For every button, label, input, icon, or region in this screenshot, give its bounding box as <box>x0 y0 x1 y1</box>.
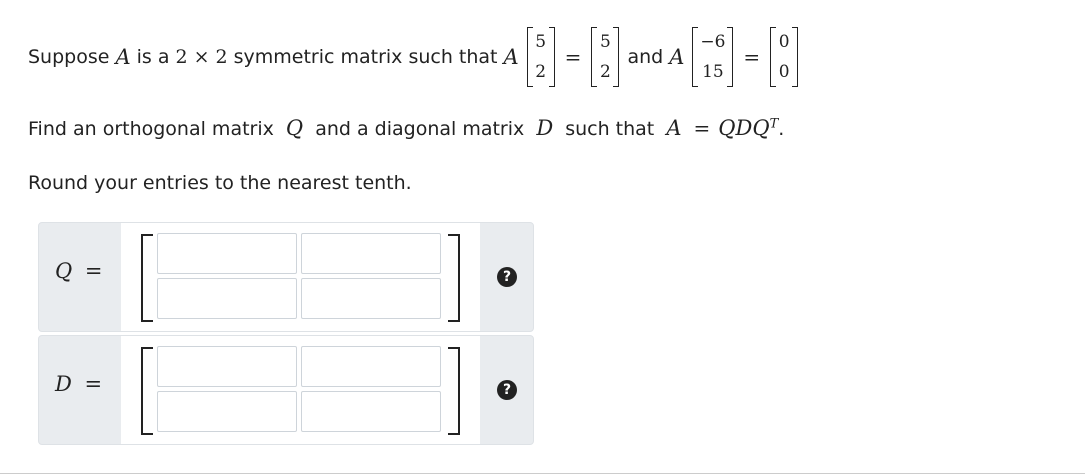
right-bracket <box>448 347 460 435</box>
and-text: and <box>627 46 664 68</box>
help-icon[interactable]: ? <box>497 267 517 287</box>
right-bracket <box>448 234 460 322</box>
r1-entry-2: 2 <box>600 62 611 82</box>
rounding-instruction: Round your entries to the nearest tenth. <box>28 172 412 194</box>
is-a-text: is a <box>136 46 170 68</box>
q-label: Q = <box>55 259 103 283</box>
times-symbol: × <box>193 46 210 68</box>
matrix-a-symbol: A <box>666 116 682 140</box>
d-symbol: D <box>55 372 72 396</box>
vector-v1: 52 <box>526 27 555 87</box>
d-entry-2-1[interactable] <box>157 391 297 432</box>
equals-sign: = <box>693 116 711 140</box>
q-symbol: Q <box>55 259 73 283</box>
transpose-symbol: T <box>769 116 779 132</box>
r2-entry-1: 0 <box>778 32 790 52</box>
v1-entry-2: 2 <box>535 62 547 82</box>
find-text-1: Find an orthogonal matrix <box>28 118 274 140</box>
decomposition-expression: QDQ <box>718 116 770 140</box>
matrix-a-symbol: A <box>503 45 519 69</box>
matrix-a-symbol: A <box>115 45 131 69</box>
period: . <box>778 118 785 140</box>
d-entry-1-2[interactable] <box>301 346 441 387</box>
left-bracket <box>141 347 153 435</box>
find-text-2: and a diagonal matrix <box>315 118 525 140</box>
v2-entry-1: −6 <box>700 32 726 52</box>
q-entry-2-1[interactable] <box>157 278 297 319</box>
left-bracket <box>141 234 153 322</box>
q-matrix-input <box>121 223 480 331</box>
vector-r1: 52 <box>591 27 620 87</box>
help-icon[interactable]: ? <box>497 380 517 400</box>
equals-sign: = <box>564 45 582 69</box>
matrix-q-symbol: Q <box>285 116 304 140</box>
d-matrix-input <box>121 336 480 444</box>
equals-sign: = <box>743 45 761 69</box>
bottom-divider <box>0 473 1085 474</box>
v2-entry-2: 15 <box>702 62 724 82</box>
r2-entry-2: 0 <box>778 62 790 82</box>
dim-cols: 2 <box>215 46 228 68</box>
d-label: D = <box>55 372 102 396</box>
d-entry-1-1[interactable] <box>157 346 297 387</box>
r1-entry-1: 5 <box>600 32 611 52</box>
vector-v2: −6 15 <box>692 27 734 87</box>
find-text-3: such that <box>565 118 655 140</box>
answer-row-q: Q = ? <box>38 222 534 332</box>
matrix-a-symbol: A <box>669 45 685 69</box>
v1-entry-1: 5 <box>535 32 547 52</box>
q-entry-1-1[interactable] <box>157 233 297 274</box>
symmetric-text: symmetric matrix such that <box>233 46 498 68</box>
answer-row-d: D = ? <box>38 335 534 445</box>
intro-text: Suppose <box>28 46 110 68</box>
q-entry-2-2[interactable] <box>301 278 441 319</box>
vector-r2: 00 <box>770 27 799 87</box>
dim-rows: 2 <box>175 46 188 68</box>
equals-sign: = <box>84 372 103 396</box>
problem-statement-line1: Suppose A is a 2 × 2 symmetric matrix su… <box>28 22 800 92</box>
q-entry-1-2[interactable] <box>301 233 441 274</box>
matrix-d-symbol: D <box>536 116 554 140</box>
d-entry-2-2[interactable] <box>301 391 441 432</box>
problem-statement-line2: Find an orthogonal matrix Q and a diagon… <box>28 116 784 140</box>
equals-sign: = <box>84 259 103 283</box>
